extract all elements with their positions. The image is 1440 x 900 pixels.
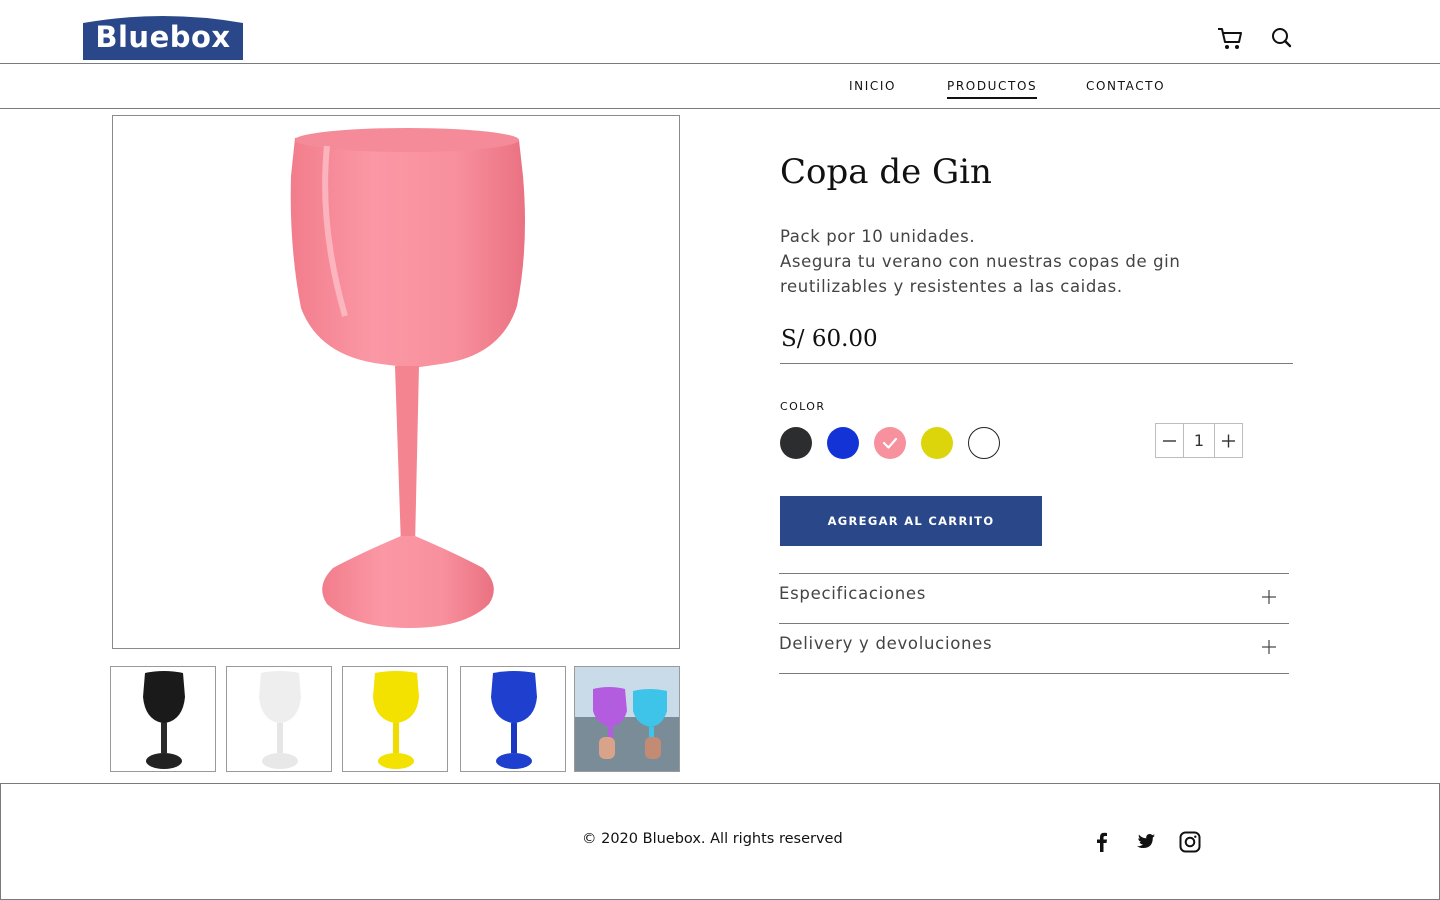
search-icon[interactable] bbox=[1268, 24, 1296, 52]
quantity-stepper: 1 bbox=[1155, 423, 1243, 458]
twitter-icon[interactable] bbox=[1133, 830, 1157, 854]
product-title: Copa de Gin bbox=[780, 152, 992, 192]
quantity-value[interactable]: 1 bbox=[1184, 423, 1214, 458]
nav-inicio[interactable]: INICIO bbox=[849, 79, 896, 97]
thumbnail-white-glass[interactable] bbox=[226, 666, 332, 772]
color-swatch-yellow[interactable] bbox=[921, 427, 953, 459]
cart-icon[interactable] bbox=[1216, 24, 1244, 52]
logo-text: Bluebox bbox=[95, 20, 231, 54]
description-line: Asegura tu verano con nuestras copas de … bbox=[780, 252, 1181, 271]
color-swatch-pink[interactable] bbox=[874, 427, 906, 459]
color-swatch-blue[interactable] bbox=[827, 427, 859, 459]
product-main-image[interactable] bbox=[112, 115, 680, 649]
thumbnail-lifestyle-photo[interactable] bbox=[574, 666, 680, 772]
minus-icon bbox=[1163, 440, 1176, 442]
color-swatch-white[interactable] bbox=[968, 427, 1000, 459]
description-line: Pack por 10 unidades. bbox=[780, 227, 976, 246]
accordion-delivery[interactable]: Delivery y devoluciones bbox=[779, 623, 1289, 673]
instagram-icon[interactable] bbox=[1178, 830, 1202, 854]
check-icon bbox=[882, 437, 898, 449]
thumbnail-yellow-glass[interactable] bbox=[342, 666, 448, 772]
thumbnail-black-glass[interactable] bbox=[110, 666, 216, 772]
thumbnail-blue-glass[interactable] bbox=[460, 666, 566, 772]
add-to-cart-button[interactable]: AGREGAR AL CARRITO bbox=[780, 496, 1042, 546]
product-description: Pack por 10 unidades. Asegura tu verano … bbox=[780, 224, 1300, 299]
main-nav: INICIO PRODUCTOS CONTACTO bbox=[0, 64, 1440, 109]
thumbnail-strip bbox=[0, 666, 700, 772]
site-footer: © 2020 Bluebox. All rights reserved bbox=[0, 783, 1440, 900]
quantity-decrease-button[interactable] bbox=[1155, 423, 1184, 458]
plus-icon bbox=[1222, 434, 1235, 448]
nav-contacto[interactable]: CONTACTO bbox=[1086, 79, 1165, 97]
description-line: reutilizables y resistentes a las caidas… bbox=[780, 277, 1123, 296]
quantity-increase-button[interactable] bbox=[1214, 423, 1243, 458]
product-price: S/ 60.00 bbox=[781, 326, 878, 352]
plus-icon bbox=[1262, 590, 1276, 604]
color-label: COLOR bbox=[780, 400, 826, 413]
accordion-label: Delivery y devoluciones bbox=[779, 634, 993, 653]
accordion-divider bbox=[779, 673, 1289, 674]
nav-productos[interactable]: PRODUCTOS bbox=[947, 79, 1038, 99]
pink-gin-glass-image bbox=[290, 128, 525, 628]
copyright-text: © 2020 Bluebox. All rights reserved bbox=[582, 831, 843, 847]
facebook-icon[interactable] bbox=[1090, 830, 1114, 854]
plus-icon bbox=[1262, 640, 1276, 654]
brand-logo[interactable]: Bluebox bbox=[81, 15, 245, 60]
price-divider bbox=[780, 363, 1293, 364]
color-swatch-black[interactable] bbox=[780, 427, 812, 459]
accordion-label: Especificaciones bbox=[779, 584, 927, 603]
accordion-especificaciones[interactable]: Especificaciones bbox=[779, 573, 1289, 623]
top-header: Bluebox bbox=[0, 0, 1440, 64]
